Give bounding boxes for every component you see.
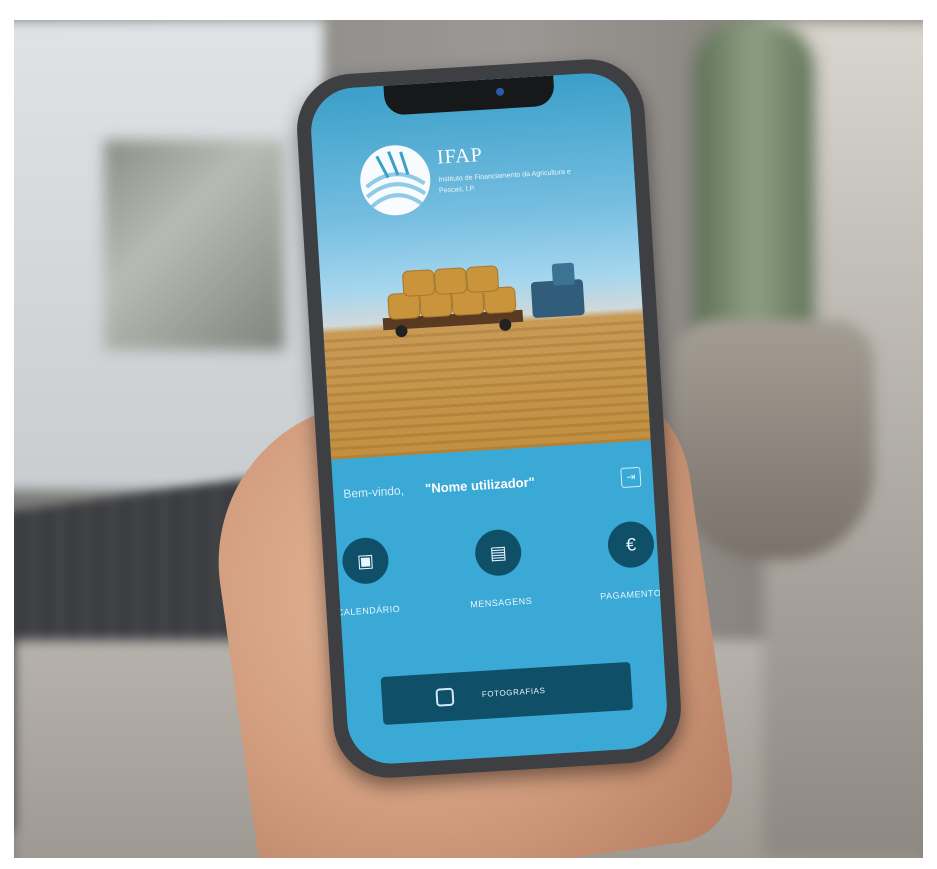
tractor-cab (551, 262, 575, 286)
smartphone: IFAP Instituto de Financiamento da Agric… (293, 56, 685, 781)
photos-button[interactable]: FOTOGRAFIAS (380, 661, 634, 726)
hero-banner: IFAP Instituto de Financiamento da Agric… (308, 70, 651, 460)
main-menu: ▣ CALENDÁRIO ▤ MENSAGENS € PAGAMENTOS (336, 520, 668, 639)
hay-bale (433, 267, 468, 296)
welcome-bar: Bem-vindo, "Nome utilizador" ⇥ (333, 462, 654, 511)
photos-button-label: FOTOGRAFIAS (481, 686, 546, 699)
field-texture (323, 314, 651, 460)
logout-icon[interactable]: ⇥ (620, 466, 642, 489)
hay-bale (465, 265, 500, 294)
phone-screen: IFAP Instituto de Financiamento da Agric… (308, 70, 670, 767)
calendar-icon: ▣ (341, 536, 390, 586)
menu-item-payments[interactable]: € PAGAMENTOS (570, 518, 670, 603)
front-camera (495, 87, 505, 96)
euro-icon: € (606, 520, 656, 569)
menu-item-label: CALENDÁRIO (336, 603, 401, 618)
app-logo (360, 145, 431, 216)
welcome-prefix: Bem-vindo, (342, 483, 405, 502)
camera-icon (435, 687, 455, 707)
menu-item-label: PAGAMENTOS (599, 587, 669, 602)
logo-subtitle: Instituto de Financiamento da Agricultur… (438, 168, 572, 195)
plant-pot (674, 320, 874, 560)
menu-item-calendar[interactable]: ▣ CALENDÁRIO (309, 534, 429, 619)
menu-item-messages[interactable]: ▤ MENSAGENS (437, 526, 562, 611)
message-icon: ▤ (473, 528, 523, 578)
logo-name: IFAP (436, 143, 484, 169)
menu-item-label: MENSAGENS (469, 595, 533, 610)
laptop-screen-image (104, 140, 284, 350)
user-name: "Nome utilizador" (424, 474, 536, 497)
hay-bale (401, 269, 436, 297)
